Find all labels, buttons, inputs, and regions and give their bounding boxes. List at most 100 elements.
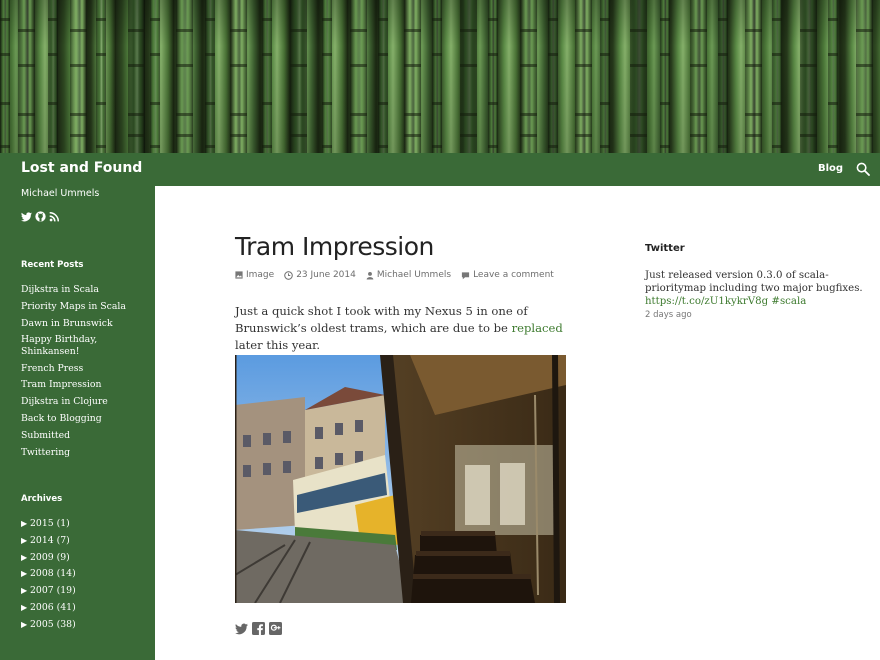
bamboo-node bbox=[322, 18, 332, 21]
bamboo-node bbox=[630, 64, 647, 67]
nav-blog-link[interactable]: Blog bbox=[818, 163, 843, 174]
bamboo-node bbox=[70, 29, 87, 32]
bamboo-node bbox=[600, 53, 610, 56]
bamboo-node bbox=[800, 64, 817, 67]
tram-photo bbox=[235, 355, 566, 603]
bamboo-node bbox=[350, 134, 367, 137]
bamboo-node bbox=[378, 102, 388, 105]
recent-post-link[interactable]: Dijkstra in Scala bbox=[21, 284, 146, 296]
expand-triangle-icon[interactable]: ▶ bbox=[21, 518, 30, 530]
bamboo-node bbox=[800, 29, 817, 32]
archive-item[interactable]: ▶ 2005 (38) bbox=[21, 619, 146, 631]
tweet-hashtag[interactable]: #scala bbox=[771, 296, 806, 307]
bamboo-node bbox=[745, 134, 762, 137]
bamboo-node bbox=[96, 102, 106, 105]
post-date-link[interactable]: 23 June 2014 bbox=[284, 270, 356, 280]
recent-post-link[interactable]: Dijkstra in Clojure bbox=[21, 396, 146, 408]
bamboo-node bbox=[262, 145, 272, 148]
bamboo-node bbox=[828, 102, 838, 105]
bamboo-node bbox=[96, 145, 106, 148]
bamboo-node bbox=[745, 113, 762, 116]
post-author-link[interactable]: Michael Ummels bbox=[366, 270, 451, 280]
bamboo-node bbox=[690, 113, 707, 116]
tweet-time[interactable]: 2 days ago bbox=[645, 310, 692, 320]
recent-post-link[interactable]: Happy Birthday, Shinkansen! bbox=[21, 334, 146, 357]
bamboo-node bbox=[322, 53, 332, 56]
recent-post-link[interactable]: Tram Impression bbox=[21, 379, 146, 391]
bamboo-node bbox=[488, 102, 498, 105]
expand-triangle-icon[interactable]: ▶ bbox=[21, 535, 30, 547]
bamboo-node bbox=[378, 53, 388, 56]
archive-year: 2007 bbox=[30, 585, 54, 597]
bamboo-node bbox=[48, 53, 58, 56]
post-format-link[interactable]: Image bbox=[235, 270, 274, 280]
recent-post-link[interactable]: Priority Maps in Scala bbox=[21, 301, 146, 313]
bamboo-node bbox=[150, 145, 160, 148]
expand-triangle-icon[interactable]: ▶ bbox=[21, 568, 30, 580]
archive-item[interactable]: ▶ 2008 (14) bbox=[21, 568, 146, 580]
twitter-icon[interactable] bbox=[21, 211, 32, 222]
bamboo-node bbox=[660, 145, 670, 148]
bamboo-node bbox=[460, 134, 477, 137]
bamboo-stalk bbox=[18, 0, 35, 153]
twitter-share-icon[interactable] bbox=[235, 622, 248, 635]
archive-count: (38) bbox=[56, 618, 76, 630]
archive-year: 2006 bbox=[30, 601, 54, 613]
search-icon[interactable] bbox=[856, 162, 870, 176]
bamboo-node bbox=[772, 102, 782, 105]
archive-count: (1) bbox=[56, 518, 70, 529]
facebook-share-icon[interactable] bbox=[252, 622, 265, 635]
bamboo-node bbox=[690, 29, 707, 32]
expand-triangle-icon[interactable]: ▶ bbox=[21, 602, 30, 614]
bamboo-node bbox=[230, 29, 247, 32]
bamboo-stalk bbox=[460, 0, 477, 153]
bamboo-stalk bbox=[48, 0, 58, 153]
recent-post-link[interactable]: Back to Blogging bbox=[21, 413, 146, 425]
bamboo-node bbox=[575, 29, 592, 32]
bamboo-node bbox=[290, 134, 307, 137]
post-comments: Leave a comment bbox=[473, 270, 554, 280]
bamboo-node bbox=[745, 64, 762, 67]
recent-post-link[interactable]: Twittering bbox=[21, 447, 146, 459]
expand-triangle-icon[interactable]: ▶ bbox=[21, 552, 30, 564]
recent-post-link[interactable]: Submitted bbox=[21, 430, 146, 442]
replaced-link[interactable]: replaced bbox=[512, 321, 563, 335]
bamboo-node bbox=[18, 134, 35, 137]
bamboo-node bbox=[290, 113, 307, 116]
bamboo-node bbox=[772, 18, 782, 21]
archive-item[interactable]: ▶ 2009 (9) bbox=[21, 552, 146, 564]
bamboo-stalk bbox=[378, 0, 388, 153]
archive-year: 2015 bbox=[30, 518, 54, 529]
bamboo-node bbox=[230, 113, 247, 116]
bamboo-node bbox=[575, 134, 592, 137]
archive-item[interactable]: ▶ 2014 (7) bbox=[21, 535, 146, 547]
post-comments-link[interactable]: Leave a comment bbox=[461, 270, 554, 280]
post-date: 23 June 2014 bbox=[296, 270, 356, 280]
archive-item[interactable]: ▶ 2007 (19) bbox=[21, 585, 146, 597]
bamboo-stalk bbox=[488, 0, 498, 153]
expand-triangle-icon[interactable]: ▶ bbox=[21, 619, 30, 631]
site-title[interactable]: Lost and Found bbox=[21, 160, 142, 176]
tweet-link[interactable]: https://t.co/zU1kykrV8g bbox=[645, 296, 768, 307]
bamboo-node bbox=[0, 18, 10, 21]
github-icon[interactable] bbox=[35, 211, 46, 222]
bamboo-node bbox=[350, 113, 367, 116]
post-title[interactable]: Tram Impression bbox=[235, 232, 434, 261]
expand-triangle-icon[interactable]: ▶ bbox=[21, 585, 30, 597]
bamboo-node bbox=[128, 29, 145, 32]
post-body-text-end: later this year. bbox=[235, 338, 321, 352]
bamboo-node bbox=[548, 53, 558, 56]
bamboo-node bbox=[488, 18, 498, 21]
bamboo-node bbox=[404, 64, 421, 67]
recent-post-link[interactable]: Dawn in Brunswick bbox=[21, 318, 146, 330]
recent-post-link[interactable]: French Press bbox=[21, 363, 146, 375]
bamboo-node bbox=[0, 145, 10, 148]
bamboo-node bbox=[404, 29, 421, 32]
rss-icon[interactable] bbox=[49, 211, 60, 222]
bamboo-node bbox=[150, 53, 160, 56]
archive-item[interactable]: ▶ 2006 (41) bbox=[21, 602, 146, 614]
archive-item[interactable]: ▶ 2015 (1) bbox=[21, 518, 146, 530]
bamboo-stalk bbox=[630, 0, 647, 153]
google-plus-share-icon[interactable] bbox=[269, 622, 282, 635]
bamboo-node bbox=[828, 53, 838, 56]
